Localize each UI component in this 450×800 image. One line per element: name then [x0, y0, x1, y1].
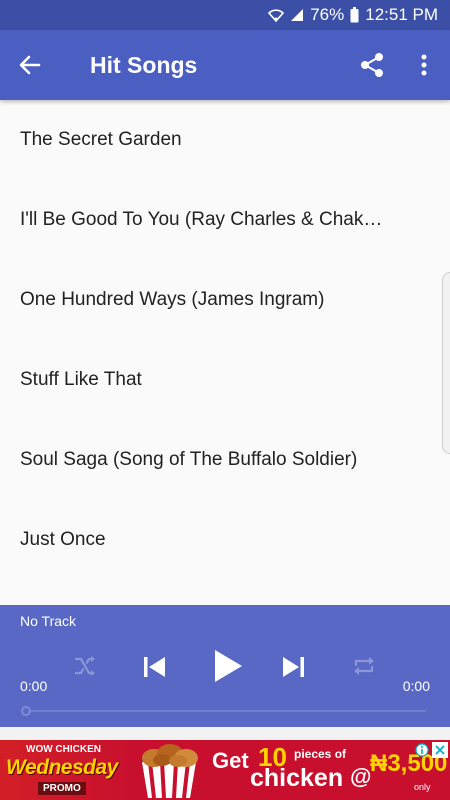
- shuffle-icon[interactable]: [70, 651, 100, 681]
- share-icon[interactable]: [346, 30, 398, 100]
- battery-icon: [350, 7, 359, 23]
- total-time: 0:00: [402, 678, 430, 694]
- ad-text: Get: [212, 748, 249, 773]
- elapsed-time: 0:00: [20, 678, 48, 694]
- page-title: Hit Songs: [90, 51, 198, 78]
- next-icon[interactable]: [278, 651, 310, 683]
- song-item[interactable]: I'll Be Good To You (Ray Charles & Chak…: [0, 180, 450, 260]
- overflow-menu-icon[interactable]: [398, 30, 450, 100]
- song-item[interactable]: The Secret Garden: [0, 100, 450, 180]
- song-title: I'll Be Good To You (Ray Charles & Chak…: [20, 209, 383, 230]
- chicken-bucket-image: [128, 742, 210, 799]
- divider: [0, 727, 450, 740]
- ad-promo-badge: WOW CHICKEN Wednesday PROMO: [0, 740, 130, 800]
- ad-text: chicken: [250, 764, 344, 792]
- ad-text: PROMO: [38, 782, 86, 795]
- clock: 12:51 PM: [365, 5, 438, 24]
- ad-text: only: [414, 782, 431, 792]
- song-list: The Secret Garden I'll Be Good To You (R…: [0, 100, 450, 605]
- song-title: Stuff Like That: [20, 369, 142, 390]
- song-title: The Secret Garden: [20, 129, 182, 150]
- seek-thumb[interactable]: [21, 706, 31, 716]
- song-item[interactable]: Soul Saga (Song of The Buffalo Soldier): [0, 420, 450, 500]
- wifi-icon: [268, 8, 285, 22]
- repeat-icon[interactable]: [348, 651, 380, 681]
- song-title: Soul Saga (Song of The Buffalo Soldier): [20, 449, 358, 470]
- signal-icon: [290, 8, 304, 22]
- ad-choices-icon[interactable]: [414, 742, 430, 758]
- ad-banner[interactable]: WOW CHICKEN Wednesday PROMO Get 10 piece…: [0, 740, 450, 800]
- previous-icon[interactable]: [138, 651, 170, 683]
- status-bar: 76% 12:51 PM: [0, 0, 450, 30]
- song-title: One Hundred Ways (James Ingram): [20, 289, 325, 310]
- edge-panel-handle[interactable]: [442, 272, 450, 454]
- song-item[interactable]: One Hundred Ways (James Ingram): [0, 260, 450, 340]
- ad-text: @: [350, 764, 372, 789]
- music-player: No Track 0:00 0:00: [0, 605, 450, 727]
- back-arrow-icon[interactable]: [0, 30, 60, 100]
- ad-text: Wednesday: [6, 756, 118, 779]
- now-playing-label: No Track: [20, 613, 77, 629]
- ad-close-icon[interactable]: [432, 742, 448, 758]
- ad-text: pieces of: [294, 747, 347, 761]
- battery-percent: 76%: [310, 5, 345, 24]
- ad-text: WOW CHICKEN: [26, 744, 101, 755]
- app-bar: Hit Songs: [0, 30, 450, 100]
- play-icon[interactable]: [208, 645, 248, 687]
- song-item[interactable]: Stuff Like That: [0, 340, 450, 420]
- song-item[interactable]: Just Once: [0, 500, 450, 580]
- seek-bar[interactable]: [26, 710, 426, 712]
- song-title: Just Once: [20, 529, 106, 550]
